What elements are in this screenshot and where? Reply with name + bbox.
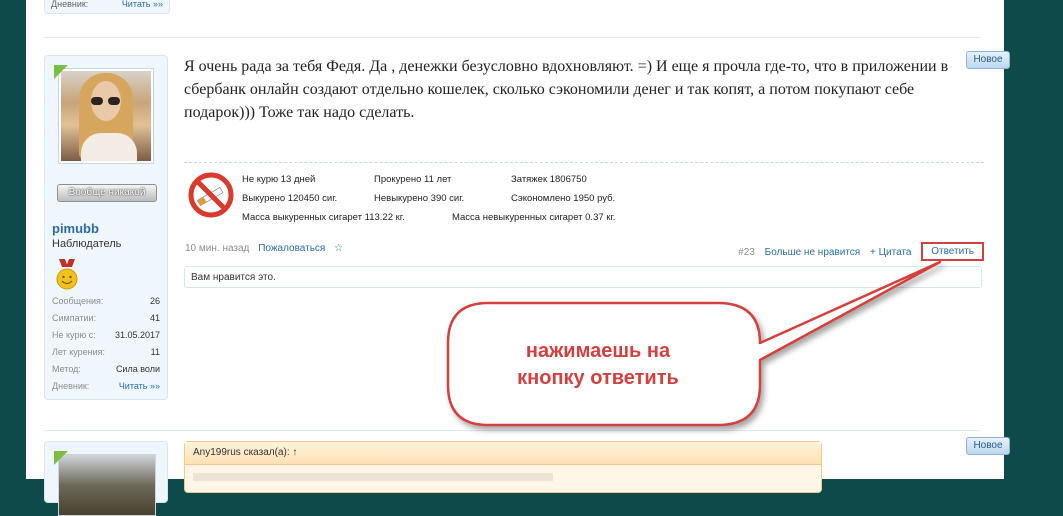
signature: Не курю 13 дней Прокурено 11 лет Затяжек…	[184, 168, 674, 226]
stat-value: Сила воли	[115, 364, 160, 374]
stat-row: Сообщения: 26	[52, 296, 160, 313]
online-indicator	[54, 65, 68, 79]
prev-diary-link[interactable]: Читать »»	[122, 0, 163, 9]
callout-line-1: нажимаешь на	[525, 340, 671, 362]
stat-label: Не курю с:	[52, 330, 96, 340]
quote-text	[193, 473, 553, 481]
quote-header[interactable]: Any199rus сказал(а): ↑	[185, 442, 821, 465]
post-time[interactable]: 10 мин. назад	[185, 243, 249, 254]
quote-block: Any199rus сказал(а): ↑	[184, 441, 822, 493]
stat-row: Не курю с: 31.05.2017	[52, 330, 160, 347]
likes-summary: Вам нравится это.	[184, 266, 982, 288]
stat-row: Симпатии: 41	[52, 313, 160, 330]
sig-saved: Сэкономлено 1950 руб.	[511, 193, 616, 204]
next-avatar[interactable]	[58, 454, 156, 516]
sig-smoked-cigs: Выкурено 120450 сиг.	[242, 193, 338, 204]
stat-row: Лет курения: 11	[52, 347, 160, 364]
stat-value: 26	[149, 296, 160, 306]
bookmark-star-icon[interactable]: ☆	[334, 243, 343, 254]
next-user-card	[44, 441, 168, 516]
unlike-link[interactable]: Больше не нравится	[765, 247, 861, 258]
message-text: Я очень рада за тебя Федя. Да , денежки …	[184, 58, 949, 121]
post-meta-left: 10 мин. назад Пожаловаться ☆	[185, 243, 343, 254]
page: Дневник: Читать »» Вообще никакой pimubb…	[26, 0, 1010, 516]
reply-link[interactable]: Ответить	[921, 242, 984, 261]
stat-label: Дневник:	[52, 381, 90, 391]
sig-mass-smoked: Масса выкуренных сигарет 113.22 кг.	[242, 212, 405, 223]
signature-divider	[184, 162, 984, 163]
prev-diary-label: Дневник:	[51, 0, 89, 9]
sig-mass-not-smoked: Масса невыкуренных сигарет 0.37 кг.	[452, 212, 616, 223]
sig-puffs: Затяжек 1806750	[511, 174, 587, 185]
post-actions: #23 Больше не нравится + Цитата Ответить	[731, 242, 984, 262]
user-rank: Наблюдатель	[52, 238, 122, 250]
avatar-image	[61, 71, 151, 161]
stat-label: Лет курения:	[52, 347, 106, 357]
stat-row: Дневник: Читать »»	[52, 381, 160, 398]
online-indicator	[54, 451, 68, 465]
stat-value: 31.05.2017	[114, 330, 160, 340]
post-separator	[44, 37, 980, 38]
callout-line-2: кнопку ответить	[517, 367, 679, 389]
prev-user-card: Дневник: Читать »»	[44, 0, 170, 14]
new-badge: Новое	[966, 51, 1010, 69]
callout-text: нажимаешь на кнопку ответить	[448, 338, 748, 392]
stat-value: 41	[149, 313, 160, 323]
user-title-badge: Вообще никакой	[57, 184, 157, 202]
user-card: Вообще никакой pimubb Наблюдатель Сообще…	[44, 55, 168, 400]
report-link[interactable]: Пожаловаться	[258, 243, 325, 254]
medal-icon	[56, 259, 78, 290]
avatar[interactable]	[58, 68, 154, 164]
stat-label: Симпатии:	[52, 313, 97, 323]
next-new-badge: Новое	[966, 437, 1010, 455]
prev-diary-row: Дневник: Читать »»	[51, 0, 163, 9]
stat-label: Сообщения:	[52, 296, 104, 306]
post-number[interactable]: #23	[738, 247, 755, 258]
sig-smoked-years: Прокурено 11 лет	[374, 174, 452, 185]
user-stats: Сообщения: 26 Симпатии: 41 Не курю с: 31…	[52, 296, 160, 398]
username-link[interactable]: pimubb	[52, 221, 99, 236]
stat-value: 11	[150, 347, 160, 357]
quote-link[interactable]: + Цитата	[870, 247, 911, 258]
sig-not-smoked-cigs: Невыкурено 390 сиг.	[374, 193, 465, 204]
stat-label: Метод:	[52, 364, 81, 374]
stat-row: Метод: Сила воли	[52, 364, 160, 381]
sig-not-smoking: Не курю 13 дней	[242, 174, 316, 185]
post-separator	[44, 430, 980, 431]
diary-link[interactable]: Читать »»	[119, 381, 160, 391]
no-smoking-icon	[188, 172, 234, 218]
